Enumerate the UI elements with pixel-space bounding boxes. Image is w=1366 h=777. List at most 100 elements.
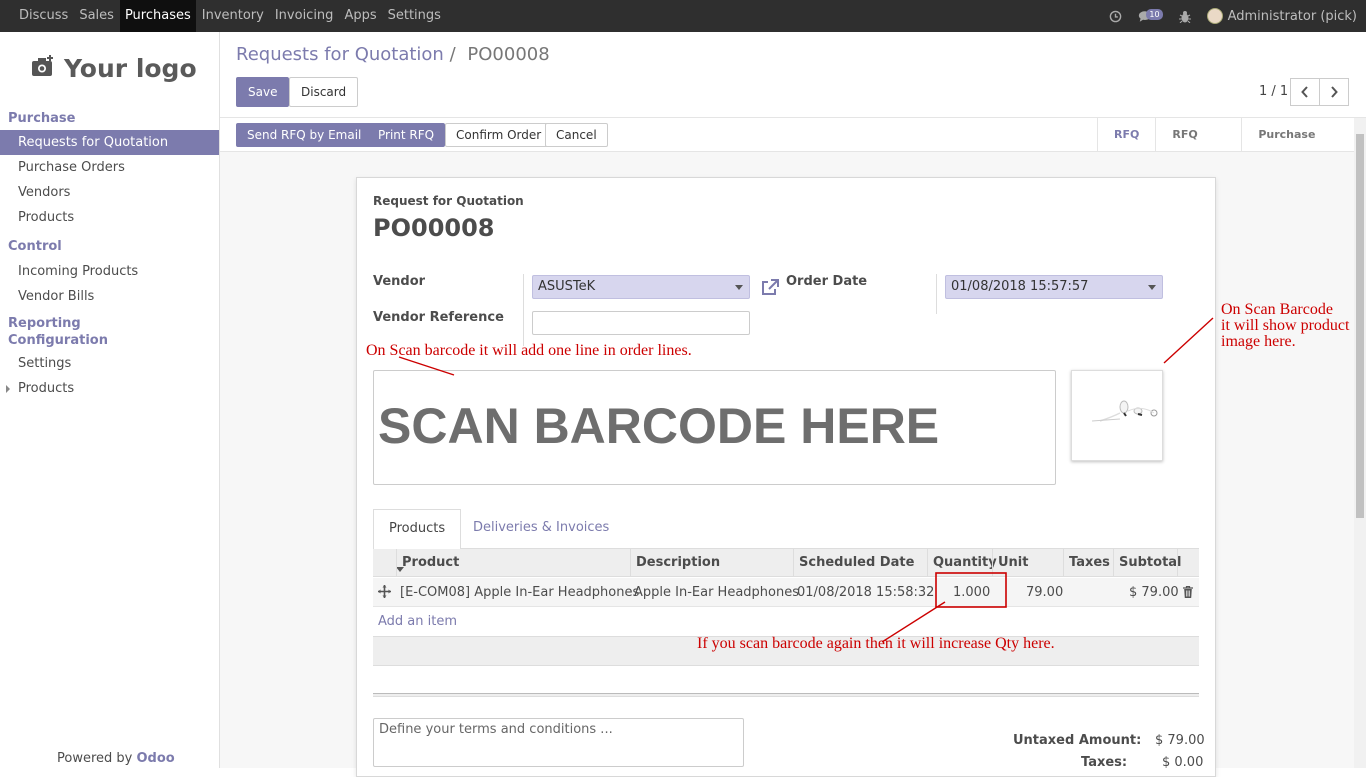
drag-handle-icon[interactable] [378, 585, 391, 602]
column-description[interactable]: Description [630, 549, 794, 577]
barcode-placeholder: SCAN BARCODE HERE [378, 398, 940, 454]
sidebar-header-configuration: Configuration [8, 333, 108, 348]
column-taxes[interactable]: Taxes [1063, 549, 1113, 577]
powered-by-text: Powered by [57, 751, 133, 766]
pager-value: 1 / 1 [1259, 84, 1289, 99]
headphones-image [1091, 400, 1158, 422]
camera-icon [31, 54, 55, 83]
product-image[interactable] [1071, 370, 1163, 461]
field-divider [523, 274, 524, 346]
messages-badge: 10 [1146, 8, 1163, 20]
column-product[interactable]: Product [396, 549, 631, 577]
untaxed-amount-label: Untaxed Amount: [1013, 733, 1142, 748]
sidebar-item-label: Products [18, 381, 75, 396]
vendor-reference-label: Vendor Reference [373, 310, 504, 325]
sidebar-item-purchase-orders[interactable]: Purchase Orders [0, 155, 219, 180]
avatar [1206, 8, 1223, 24]
sidebar-item-settings[interactable]: Settings [0, 351, 219, 376]
column-unit-price[interactable]: Unit Price [992, 549, 1063, 598]
order-date-value: 01/08/2018 15:57:57 [951, 279, 1089, 294]
doc-type-label: Request for Quotation [373, 194, 524, 208]
cell-subtotal: $ 79.00 [1129, 585, 1179, 600]
sidebar-header-reporting[interactable]: Reporting [0, 309, 219, 333]
pager-next-button[interactable] [1319, 78, 1349, 106]
annotation-barcode: On Scan barcode it will add one line in … [366, 342, 692, 359]
company-logo[interactable]: Your logo [31, 54, 197, 83]
odoo-link[interactable]: Odoo [137, 751, 175, 766]
column-quantity[interactable]: Quantity [927, 549, 997, 577]
chevron-down-icon [1148, 285, 1156, 290]
sidebar-item-vendor-bills[interactable]: Vendor Bills [0, 284, 219, 309]
cell-description[interactable]: Apple In-Ear Headphones [634, 578, 799, 607]
status-bar: RFQ RFQ Sent Purchase Order [1097, 118, 1366, 175]
tab-deliveries-invoices[interactable]: Deliveries & Invoices [458, 509, 624, 550]
breadcrumb: Requests for Quotation / PO00008 [236, 44, 550, 65]
order-date-field[interactable]: 01/08/2018 15:57:57 [945, 275, 1163, 299]
add-item-link[interactable]: Add an item [378, 614, 457, 629]
untaxed-amount-value: $ 79.00 [1155, 733, 1205, 748]
menu-invoicing[interactable]: Invoicing [270, 0, 339, 32]
sidebar-nav: Purchase Requests for Quotation Purchase… [0, 108, 219, 401]
print-rfq-button[interactable]: Print RFQ [367, 123, 446, 147]
pager-previous-button[interactable] [1290, 78, 1320, 106]
terms-conditions-input[interactable]: Define your terms and conditions ... [373, 718, 744, 767]
user-name: Administrator (pick) [1227, 8, 1357, 24]
menu-purchases[interactable]: Purchases [119, 0, 196, 32]
clock-icon[interactable] [1109, 10, 1122, 23]
discard-button[interactable]: Discard [289, 77, 359, 107]
bug-icon[interactable] [1178, 10, 1191, 23]
vendor-select[interactable]: ASUSTeK [532, 275, 750, 299]
column-scheduled-date[interactable]: Scheduled Date [793, 549, 927, 577]
menu-settings[interactable]: Settings [383, 0, 446, 32]
save-button[interactable]: Save [236, 77, 290, 107]
send-rfq-email-button[interactable]: Send RFQ by Email [236, 123, 373, 147]
chevron-left-icon [1301, 86, 1308, 98]
menu-inventory[interactable]: Inventory [197, 0, 269, 32]
sidebar-item-products[interactable]: Products [0, 205, 219, 230]
menu-sales[interactable]: Sales [74, 0, 119, 32]
menu-apps[interactable]: Apps [339, 0, 381, 32]
cell-quantity[interactable]: 1.000 [953, 578, 990, 607]
cell-unit-price[interactable]: 79.00 [1026, 578, 1063, 607]
trash-icon[interactable] [1183, 585, 1193, 602]
sidebar-item-config-products[interactable]: Products [0, 376, 219, 401]
sidebar: Your logo Purchase Requests for Quotatio… [0, 32, 220, 768]
vendor-label: Vendor [373, 274, 426, 289]
breadcrumb-parent[interactable]: Requests for Quotation [236, 44, 444, 65]
sidebar-item-incoming-products[interactable]: Incoming Products [0, 259, 219, 284]
chevron-right-icon [1331, 86, 1338, 98]
confirm-order-button[interactable]: Confirm Order [445, 123, 553, 147]
add-row: Add an item [373, 607, 1199, 636]
cancel-button[interactable]: Cancel [545, 123, 608, 147]
top-navbar: Discuss Sales Purchases Inventory Invoic… [0, 0, 1366, 32]
menu-discuss[interactable]: Discuss [14, 0, 73, 32]
sidebar-item-requests-for-quotation[interactable]: Requests for Quotation [0, 130, 219, 155]
cell-product[interactable]: [E-COM08] Apple In-Ear Headphones [400, 578, 639, 607]
stage-rfq-sent[interactable]: RFQ Sent [1155, 118, 1241, 175]
logo-text: Your logo [64, 54, 197, 83]
stage-rfq[interactable]: RFQ [1097, 118, 1155, 152]
form-tabs: Products Deliveries & Invoices [373, 509, 1199, 550]
barcode-scan-field[interactable]: SCAN BARCODE HERE [373, 370, 1056, 485]
vendor-reference-input[interactable] [532, 311, 750, 335]
order-date-label: Order Date [786, 274, 868, 289]
stage-purchase-order[interactable]: Purchase Order [1241, 118, 1366, 175]
breadcrumb-separator: / [449, 44, 456, 65]
column-subtotal[interactable]: Subtotal [1113, 549, 1182, 577]
annotation-image-line3: image here. [1221, 333, 1296, 350]
messages-icon[interactable]: 10 [1138, 8, 1163, 22]
cell-scheduled-date[interactable]: 01/08/2018 15:58:32 [797, 578, 934, 607]
breadcrumb-current: PO00008 [467, 44, 550, 65]
table-row[interactable]: [E-COM08] Apple In-Ear Headphones Apple … [373, 578, 1199, 607]
tab-products[interactable]: Products [373, 509, 462, 550]
user-menu[interactable]: Administrator (pick) [1206, 8, 1357, 24]
caret-right-icon [6, 385, 10, 393]
scrollbar-thumb[interactable] [1356, 134, 1364, 518]
column-delete [1177, 549, 1199, 577]
order-lines-header: Product Description Scheduled Date Quant… [373, 549, 1199, 598]
doc-number: PO00008 [373, 214, 495, 242]
sidebar-header-control: Control [8, 239, 62, 254]
external-link-icon[interactable] [761, 278, 780, 301]
field-divider [936, 274, 937, 314]
sidebar-item-vendors[interactable]: Vendors [0, 180, 219, 205]
